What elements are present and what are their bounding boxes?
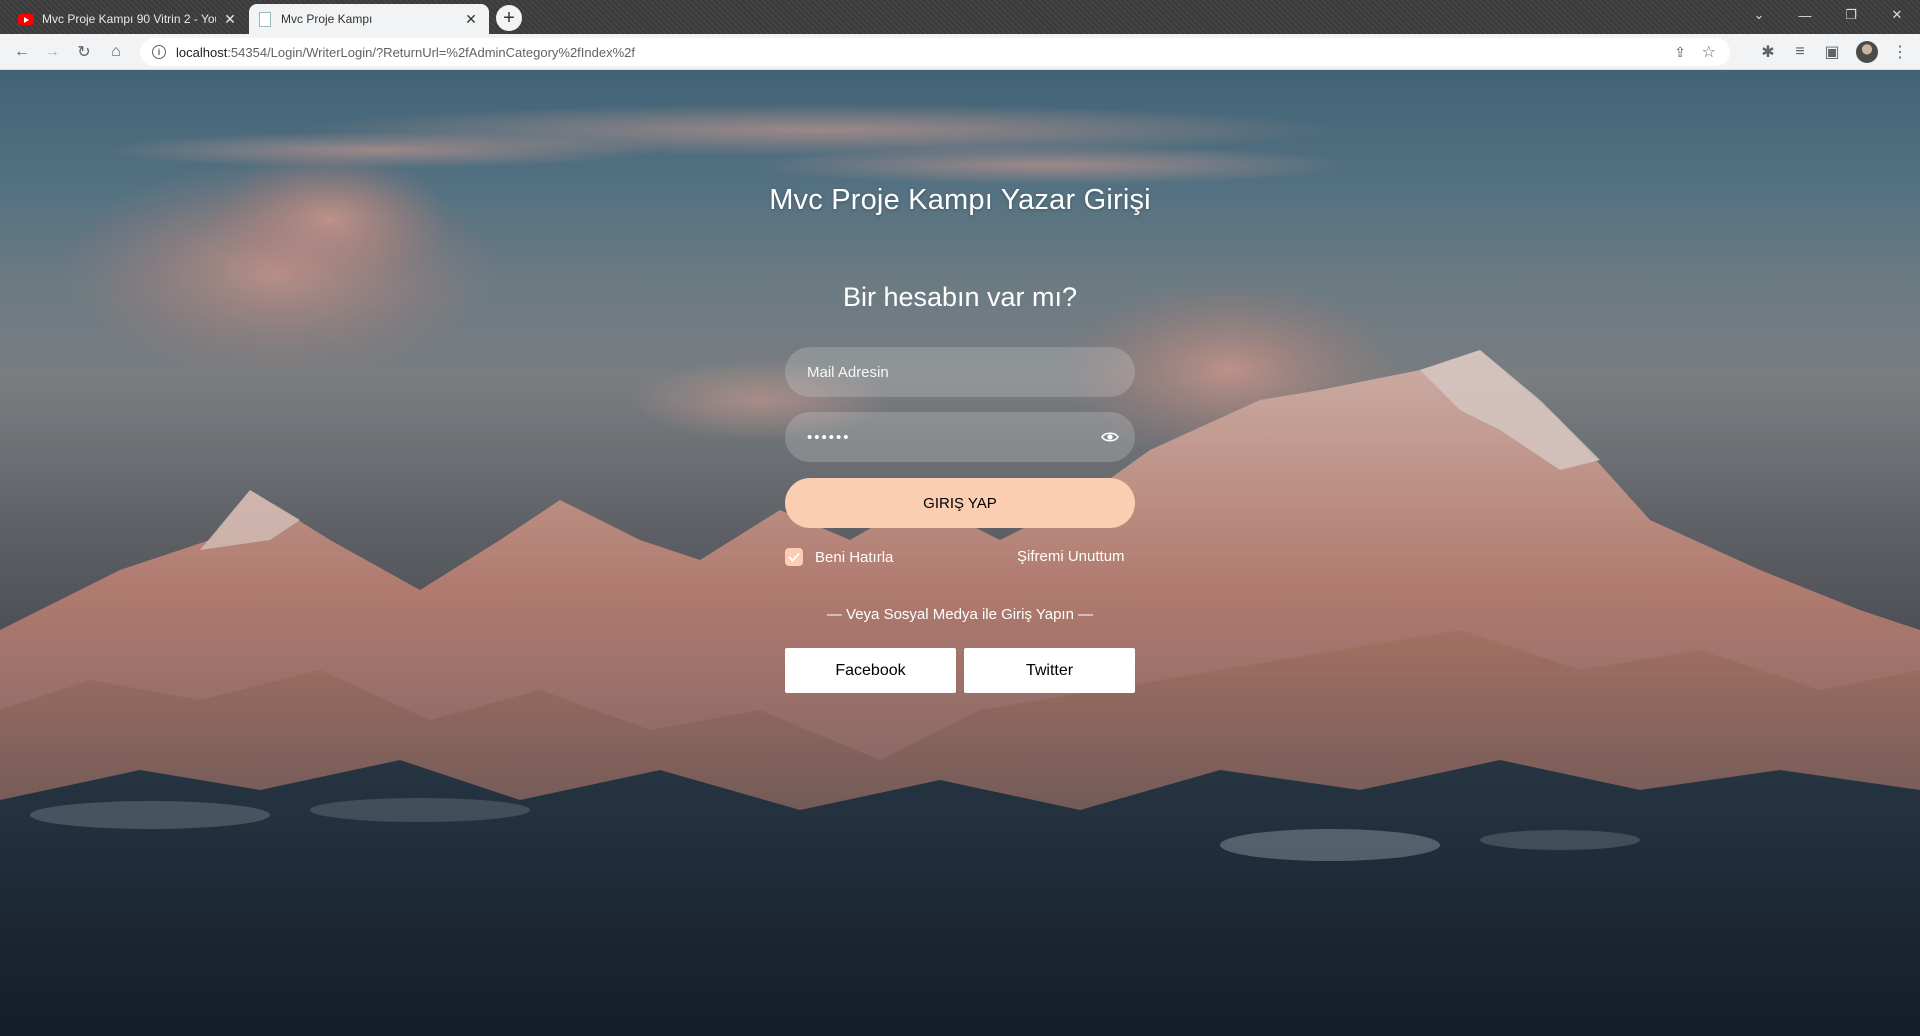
share-icon[interactable]: ⇪ <box>1674 44 1686 61</box>
forgot-password-link[interactable]: Şifremi Unuttum <box>1017 548 1125 565</box>
info-icon[interactable]: i <box>152 45 166 59</box>
browser-toolbar: ← → ↻ ⌂ i localhost:54354/Login/WriterLo… <box>0 34 1920 70</box>
page-viewport: Mvc Proje Kampı Yazar Girişi Bir hesabın… <box>0 70 1920 1036</box>
login-subtitle: Bir hesabın var mı? <box>842 282 1078 312</box>
facebook-button[interactable]: Facebook <box>785 648 956 693</box>
close-window-button[interactable]: ✕ <box>1874 0 1920 30</box>
forward-icon[interactable]: → <box>40 40 64 64</box>
remember-me[interactable]: Beni Hatırla <box>785 548 893 566</box>
minimize-button[interactable]: — <box>1782 0 1828 30</box>
login-button[interactable]: GIRIŞ YAP <box>785 478 1135 528</box>
checkmark-icon <box>788 552 800 562</box>
extensions-icon[interactable]: ✱ <box>1756 40 1780 64</box>
close-icon[interactable]: ✕ <box>463 11 479 28</box>
tab-youtube[interactable]: Mvc Proje Kampı 90 Vitrin 2 - YouTube ✕ <box>8 4 248 34</box>
address-bar[interactable]: i localhost:54354/Login/WriterLogin/?Ret… <box>140 38 1730 66</box>
home-icon[interactable]: ⌂ <box>104 40 128 64</box>
tab-strip: Mvc Proje Kampı 90 Vitrin 2 - YouTube ✕ … <box>0 0 1920 34</box>
youtube-icon <box>18 13 34 25</box>
password-field[interactable] <box>785 412 1135 462</box>
tab-title: Mvc Proje Kampı 90 Vitrin 2 - YouTube <box>42 12 216 26</box>
close-icon[interactable]: ✕ <box>222 11 238 28</box>
reload-icon[interactable]: ↻ <box>72 40 96 64</box>
reading-list-icon[interactable]: ≡ <box>1788 40 1812 64</box>
avatar[interactable] <box>1856 41 1878 63</box>
side-panel-icon[interactable]: ▣ <box>1820 40 1844 64</box>
tab-search-icon[interactable]: ⌄ <box>1736 0 1782 30</box>
eye-icon[interactable] <box>1101 430 1119 444</box>
email-field[interactable] <box>785 347 1135 397</box>
tab-title: Mvc Proje Kampı <box>281 12 373 26</box>
twitter-button[interactable]: Twitter <box>964 648 1135 693</box>
new-tab-button[interactable]: + <box>496 5 522 31</box>
document-icon <box>259 11 271 27</box>
restore-button[interactable]: ❐ <box>1828 0 1874 30</box>
back-icon[interactable]: ← <box>10 40 34 64</box>
bookmark-star-icon[interactable]: ☆ <box>1702 42 1716 62</box>
url-host: localhost <box>176 44 228 60</box>
tab-mvc-proje[interactable]: Mvc Proje Kampı ✕ <box>249 4 489 34</box>
social-login-title: — Veya Sosyal Medya ile Giriş Yapın — <box>826 606 1094 623</box>
menu-icon[interactable]: ⋮ <box>1888 40 1912 64</box>
remember-checkbox[interactable] <box>785 548 803 566</box>
url-path: :54354/Login/WriterLogin/?ReturnUrl=%2fA… <box>227 44 635 60</box>
remember-label: Beni Hatırla <box>815 548 894 566</box>
page-title: Mvc Proje Kampı Yazar Girişi <box>769 184 1151 216</box>
